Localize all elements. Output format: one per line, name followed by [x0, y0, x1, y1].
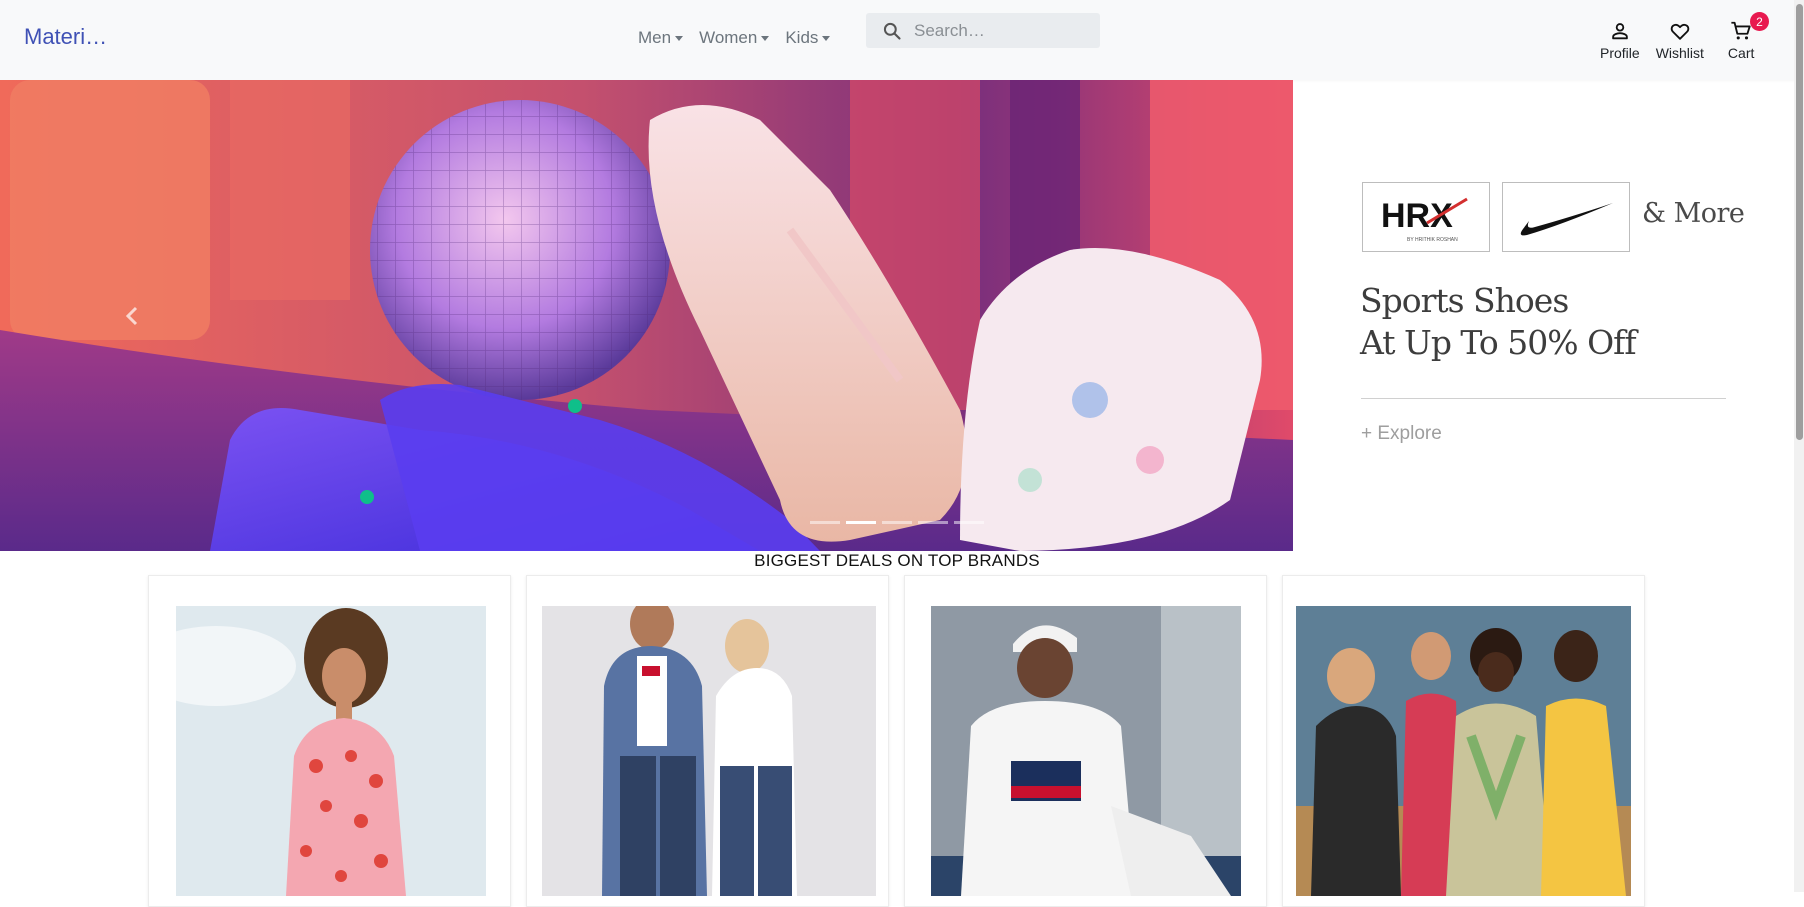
nav-women-dropdown[interactable]: Women	[691, 28, 777, 48]
deal-card[interactable]	[526, 575, 889, 907]
deal-card-image	[1296, 606, 1631, 896]
deal-card-image	[931, 606, 1241, 896]
hero-carousel-image[interactable]	[0, 80, 1293, 551]
cart-count-badge: 2	[1749, 12, 1769, 31]
deal-card[interactable]	[1282, 575, 1645, 907]
hero-promo-panel: HRX BY HRITHIK ROSHAN & More Sports Shoe…	[1293, 80, 1793, 551]
category-nav: Men Women Kids	[630, 28, 838, 48]
carousel-indicators	[810, 521, 984, 524]
hrx-logo-box: HRX BY HRITHIK ROSHAN	[1362, 182, 1490, 252]
cart-label: Cart	[1727, 45, 1755, 61]
nike-logo-box	[1502, 182, 1630, 252]
promo-headline-line2: At Up To 50% Off	[1360, 323, 1637, 362]
promo-headline-line1: Sports Shoes	[1360, 281, 1569, 320]
couple-denim-photo	[542, 606, 876, 896]
nike-swoosh-logo	[1520, 203, 1613, 236]
chevron-left-icon	[125, 306, 138, 326]
search-input[interactable]	[912, 19, 1096, 42]
promo-divider	[1361, 398, 1726, 399]
svg-text:HRX: HRX	[1381, 197, 1453, 235]
profile-button[interactable]: Profile	[1600, 20, 1640, 61]
deal-card[interactable]	[148, 575, 511, 907]
profile-label: Profile	[1600, 45, 1640, 61]
header-actions: Profile Wishlist Cart 2	[1600, 12, 1769, 61]
brand-logo[interactable]: Materi…	[24, 24, 107, 50]
carousel-indicator[interactable]	[810, 521, 840, 524]
carousel-indicator[interactable]	[918, 521, 948, 524]
search-icon	[883, 22, 901, 40]
more-brands-text: & More	[1642, 198, 1745, 229]
cart-icon	[1731, 21, 1751, 40]
nav-women-label: Women	[699, 28, 758, 47]
search-box	[866, 13, 1100, 48]
section-title: BIGGEST DEALS ON TOP BRANDS	[754, 551, 1040, 570]
caret-down-icon	[675, 35, 684, 41]
wishlist-button[interactable]: Wishlist	[1656, 20, 1704, 61]
page-scrollbar-thumb[interactable]	[1796, 4, 1803, 440]
nav-men-dropdown[interactable]: Men	[630, 28, 691, 48]
caret-down-icon	[822, 35, 831, 41]
wishlist-label: Wishlist	[1655, 45, 1704, 61]
svg-text:BY HRITHIK ROSHAN: BY HRITHIK ROSHAN	[1407, 237, 1458, 243]
hrx-logo: HRX BY HRITHIK ROSHAN	[1381, 197, 1468, 243]
deal-card-image	[176, 606, 486, 896]
carousel-prev-button[interactable]	[118, 296, 148, 336]
promo-headline: Sports Shoes At Up To 50% Off	[1360, 280, 1637, 364]
deal-card[interactable]	[904, 575, 1267, 907]
sneakers-disco-ball-photo	[0, 80, 1293, 551]
caret-down-icon	[761, 35, 770, 41]
top-navbar: Materi… Men Women Kids Profile	[0, 0, 1804, 80]
group-athletic-wear-photo	[1296, 606, 1631, 896]
woman-floral-dress-photo	[176, 606, 486, 896]
cart-button[interactable]: Cart 2	[1727, 12, 1769, 61]
carousel-indicator[interactable]	[882, 521, 912, 524]
heart-icon	[1670, 23, 1690, 40]
nav-kids-label: Kids	[785, 28, 819, 47]
carousel-indicator[interactable]	[954, 521, 984, 524]
deal-card-image	[542, 606, 876, 896]
man-white-tee-photo	[931, 606, 1241, 896]
nav-men-label: Men	[638, 28, 672, 47]
explore-link[interactable]: + Explore	[1361, 423, 1442, 445]
nav-kids-dropdown[interactable]: Kids	[777, 28, 838, 48]
person-icon	[1612, 23, 1628, 40]
carousel-indicator-active[interactable]	[846, 521, 876, 524]
